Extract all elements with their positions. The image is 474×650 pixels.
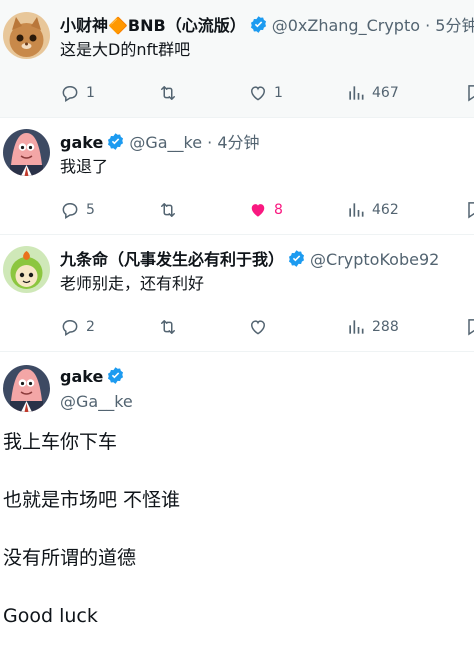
- timestamp[interactable]: 5分钟: [435, 16, 474, 35]
- author-name[interactable]: gake: [60, 133, 103, 152]
- reply-count: 1: [86, 85, 95, 101]
- retweet-button[interactable]: [158, 314, 184, 340]
- view-count: 462: [372, 202, 399, 218]
- retweet-button[interactable]: [158, 80, 184, 106]
- author-handle[interactable]: @0xZhang_Crypto: [272, 16, 420, 35]
- reply-tweet[interactable]: 九条命（凡事发生必有利于我） @CryptoKobe92 老师别走，还有利好 2 …: [0, 234, 474, 352]
- views-button[interactable]: 462: [346, 197, 399, 223]
- reply-button[interactable]: 1: [60, 80, 95, 106]
- heart-outline-icon: [248, 83, 268, 103]
- retweet-icon: [158, 200, 178, 220]
- views-button[interactable]: 467: [346, 80, 399, 106]
- tweet-text: 我退了: [60, 157, 109, 176]
- tweet-text: 我上车你下车 也就是市场吧 不怪谁 没有所谓的道德 Good luck: [3, 431, 181, 627]
- retweet-button[interactable]: [158, 197, 184, 223]
- like-count: 1: [274, 85, 283, 101]
- author-handle[interactable]: @Ga__ke: [129, 133, 202, 152]
- author-handle[interactable]: @Ga__ke: [60, 391, 133, 413]
- heart-filled-icon: [248, 200, 268, 220]
- reply-icon: [60, 200, 80, 220]
- verified-badge-icon: [106, 132, 125, 151]
- reply-count: 2: [86, 319, 95, 335]
- tweet-actions: 2 288: [60, 314, 474, 340]
- view-count: 467: [372, 85, 399, 101]
- bookmark-icon: [464, 200, 474, 220]
- reply-button[interactable]: 5: [60, 197, 95, 223]
- author-name[interactable]: gake: [60, 367, 103, 386]
- author-name-row: gake: [60, 366, 129, 388]
- reply-tweet[interactable]: 小财神🔶BNB（心流版） @0xZhang_Crypto · 5分钟 这是大D的n…: [0, 0, 474, 118]
- author-handle[interactable]: @CryptoKobe92: [310, 250, 439, 269]
- bookmark-icon: [464, 317, 474, 337]
- avatar[interactable]: [3, 129, 50, 176]
- avatar[interactable]: [3, 246, 50, 293]
- tweet-text: 这是大D的nft群吧: [60, 40, 191, 59]
- verified-badge-icon: [249, 15, 268, 34]
- separator: ·: [202, 133, 218, 152]
- timestamp[interactable]: 4分钟: [217, 133, 259, 152]
- retweet-icon: [158, 317, 178, 337]
- reply-count: 5: [86, 202, 95, 218]
- reply-tweet[interactable]: gake @Ga__ke · 4分钟 我退了 5 8 462: [0, 117, 474, 235]
- separator: ·: [420, 16, 436, 35]
- retweet-icon: [158, 83, 178, 103]
- author-name[interactable]: 九条命（凡事发生必有利于我）: [60, 250, 284, 269]
- analytics-bars-icon: [346, 83, 366, 103]
- bookmark-button[interactable]: [464, 197, 474, 223]
- like-count: 8: [274, 202, 283, 218]
- tweet-text: 老师别走，还有利好: [60, 274, 205, 293]
- view-count: 288: [372, 319, 399, 335]
- bookmark-button[interactable]: [464, 314, 474, 340]
- reply-icon: [60, 317, 80, 337]
- like-button[interactable]: [248, 314, 274, 340]
- author-name[interactable]: 小财神🔶BNB（心流版）: [60, 16, 246, 35]
- reply-icon: [60, 83, 80, 103]
- reply-button[interactable]: 2: [60, 314, 95, 340]
- heart-outline-icon: [248, 317, 268, 337]
- bookmark-icon: [464, 83, 474, 103]
- analytics-bars-icon: [346, 317, 366, 337]
- analytics-bars-icon: [346, 200, 366, 220]
- like-button[interactable]: 8: [248, 197, 283, 223]
- bookmark-button[interactable]: [464, 80, 474, 106]
- tweet-actions: 5 8 462: [60, 197, 474, 223]
- verified-badge-icon: [106, 366, 125, 385]
- avatar[interactable]: [3, 12, 50, 59]
- views-button[interactable]: 288: [346, 314, 399, 340]
- verified-badge-icon: [287, 249, 306, 268]
- tweet-actions: 1 1 467: [60, 80, 474, 106]
- avatar[interactable]: [3, 365, 50, 412]
- like-button[interactable]: 1: [248, 80, 283, 106]
